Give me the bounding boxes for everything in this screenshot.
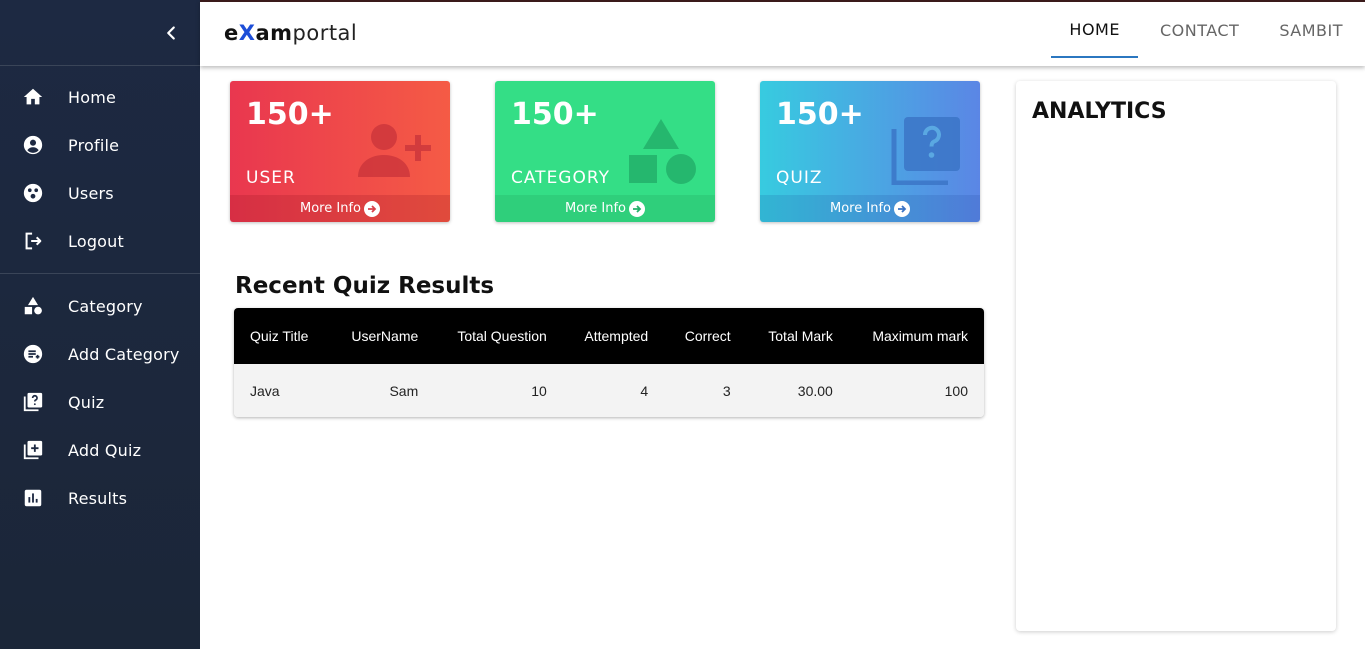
arrow-circle-right-icon — [893, 200, 910, 217]
category-more-info-link[interactable]: More Info — [495, 195, 715, 222]
sidebar: Home Profile Users Logout Category Add C… — [0, 0, 200, 649]
sidebar-item-label: Category — [68, 296, 143, 316]
sidebar-item-label: Add Quiz — [68, 440, 142, 460]
table-cell: Java — [234, 364, 330, 417]
sidebar-item-label: Quiz — [68, 392, 105, 412]
logout-icon — [22, 230, 44, 252]
sidebar-item-results[interactable]: Results — [0, 474, 200, 522]
column-header[interactable]: Total Mark — [746, 308, 849, 364]
chevron-left-icon — [167, 26, 175, 40]
sidebar-item-users[interactable]: Users — [0, 169, 200, 217]
quiz-more-info-link[interactable]: More Info — [760, 195, 980, 222]
library-add-icon — [22, 439, 44, 461]
column-header[interactable]: Attempted — [562, 308, 665, 364]
sidebar-header — [0, 0, 200, 66]
column-header[interactable]: Maximum mark — [848, 308, 984, 364]
sidebar-item-add-quiz[interactable]: Add Quiz — [0, 426, 200, 474]
more-info-label: More Info — [830, 201, 891, 216]
table-cell: 10 — [434, 364, 563, 417]
analytics-title: ANALYTICS — [1032, 99, 1167, 124]
sidebar-item-home[interactable]: Home — [0, 73, 200, 121]
column-header[interactable]: UserName — [329, 308, 435, 364]
table-cell: 30.00 — [746, 364, 849, 417]
collapse-sidebar-button[interactable] — [160, 22, 182, 44]
more-info-label: More Info — [565, 201, 626, 216]
arrow-circle-right-icon — [363, 200, 380, 217]
sidebar-item-logout[interactable]: Logout — [0, 217, 200, 265]
nav-contact[interactable]: CONTACT — [1142, 2, 1257, 58]
table-cell: 3 — [664, 364, 747, 417]
sidebar-item-label: Logout — [68, 231, 124, 251]
account-circle-icon — [22, 134, 44, 156]
card-value: 150+ — [776, 97, 864, 132]
quiz-icon — [891, 117, 960, 185]
card-value: 150+ — [511, 97, 599, 132]
column-header[interactable]: Correct — [664, 308, 747, 364]
more-info-label: More Info — [300, 201, 361, 216]
sidebar-group-main: Home Profile Users Logout — [0, 66, 200, 265]
users-stat-card: 150+ USER More Info — [230, 81, 450, 222]
sidebar-item-label: Results — [68, 488, 128, 508]
sidebar-item-profile[interactable]: Profile — [0, 121, 200, 169]
card-caption: USER — [246, 168, 296, 188]
quiz-icon — [22, 391, 44, 413]
person-add-icon — [358, 124, 431, 177]
logo-am: am — [255, 21, 293, 45]
column-header[interactable]: Total Question — [434, 308, 563, 364]
analytics-panel: ANALYTICS — [1016, 81, 1336, 631]
sidebar-item-add-category[interactable]: Add Category — [0, 330, 200, 378]
arrow-circle-right-icon — [628, 200, 645, 217]
category-stat-card: 150+ CATEGORY More Info — [495, 81, 715, 222]
table-cell: 100 — [848, 364, 984, 417]
sidebar-item-label: Add Category — [68, 344, 180, 364]
logo-e: e — [224, 21, 239, 45]
sidebar-group-admin: Category Add Category Quiz Add Quiz Resu… — [0, 273, 200, 522]
top-nav: HOME CONTACT SAMBIT — [1051, 2, 1365, 66]
users-icon — [22, 182, 44, 204]
category-icon — [629, 119, 696, 184]
table-cell: 4 — [562, 364, 665, 417]
category-icon — [22, 295, 44, 317]
card-caption: QUIZ — [776, 168, 823, 188]
table-header-row: Quiz Title UserName Total Question Attem… — [234, 308, 984, 364]
logo-portal: portal — [292, 21, 358, 45]
logo-x: X — [238, 21, 256, 45]
sidebar-item-label: Users — [68, 183, 114, 203]
table-row[interactable]: Java Sam 10 4 3 30.00 100 — [234, 364, 984, 417]
recent-results-title: Recent Quiz Results — [235, 273, 495, 299]
brand-logo[interactable]: eXamportal — [224, 21, 357, 45]
sidebar-item-label: Home — [68, 87, 117, 107]
sidebar-item-category[interactable]: Category — [0, 282, 200, 330]
nav-user[interactable]: SAMBIT — [1261, 2, 1361, 58]
chart-icon — [22, 487, 44, 509]
card-caption: CATEGORY — [511, 168, 610, 188]
quiz-stat-card: 150+ QUIZ More Info — [760, 81, 980, 222]
column-header[interactable]: Quiz Title — [234, 308, 330, 364]
results-table: Quiz Title UserName Total Question Attem… — [234, 308, 984, 417]
sidebar-item-quiz[interactable]: Quiz — [0, 378, 200, 426]
table-cell: Sam — [329, 364, 435, 417]
sidebar-item-label: Profile — [68, 135, 120, 155]
users-more-info-link[interactable]: More Info — [230, 195, 450, 222]
playlist-add-icon — [22, 343, 44, 365]
top-bar: eXamportal HOME CONTACT SAMBIT — [200, 0, 1365, 66]
home-icon — [22, 86, 44, 108]
card-value: 150+ — [246, 97, 334, 132]
nav-home[interactable]: HOME — [1051, 2, 1138, 58]
